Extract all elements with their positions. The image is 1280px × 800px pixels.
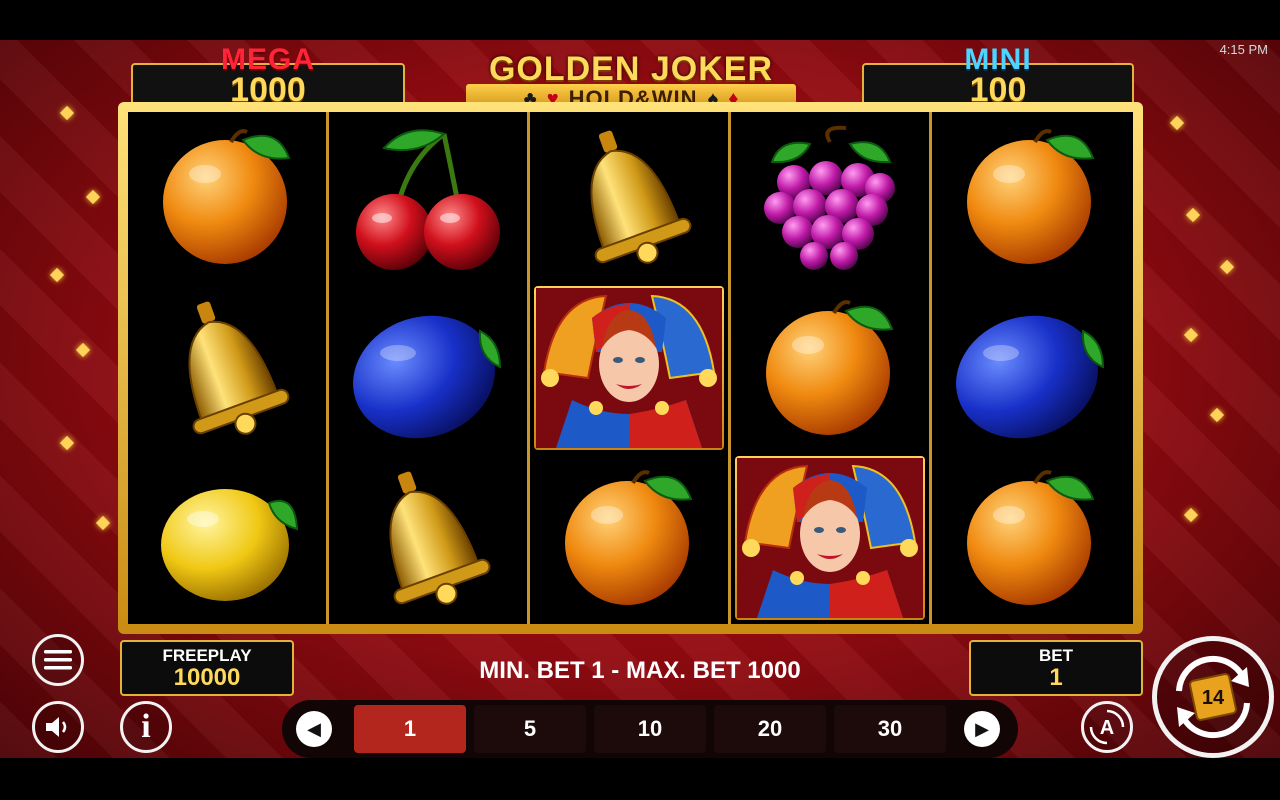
bet-increase-button[interactable]: ▶	[964, 711, 1000, 747]
sparkle-decoration	[1185, 207, 1201, 223]
chevron-left-icon: ◀	[307, 718, 321, 739]
spin-badge: 14	[1202, 687, 1225, 709]
info-icon: i	[141, 708, 151, 745]
orange-symbol	[932, 453, 1130, 623]
autoplay-button[interactable]: A	[1081, 701, 1133, 753]
reel-column	[530, 112, 731, 624]
bet-option[interactable]: 5	[474, 705, 586, 753]
sparkle-decoration	[49, 267, 65, 283]
bet-option[interactable]: 10	[594, 705, 706, 753]
bet-display: BET 1	[969, 640, 1143, 696]
bet-option[interactable]: 20	[714, 705, 826, 753]
info-button[interactable]: i	[120, 701, 172, 753]
joker-symbol	[731, 453, 929, 623]
sound-button[interactable]	[32, 701, 84, 753]
sparkle-decoration	[59, 435, 75, 451]
bet-range-text: MIN. BET 1 - MAX. BET 1000	[479, 657, 801, 684]
bet-option[interactable]: 1	[354, 705, 466, 753]
orange-symbol	[731, 283, 929, 453]
sparkle-decoration	[1183, 327, 1199, 343]
sparkle-decoration	[95, 515, 111, 531]
chevron-right-icon: ▶	[975, 718, 989, 739]
plum-symbol	[932, 283, 1130, 453]
freeplay-label: FREEPLAY	[162, 646, 252, 665]
orange-symbol	[932, 112, 1130, 282]
sparkle-decoration	[75, 342, 91, 358]
grapes-symbol	[731, 112, 929, 282]
joker-symbol	[530, 283, 728, 453]
reel-column	[932, 112, 1133, 624]
reel-column	[329, 112, 530, 624]
reels-grid	[128, 112, 1133, 624]
bell-symbol	[530, 112, 728, 282]
freeplay-value: 10000	[173, 664, 241, 691]
reel-column	[731, 112, 932, 624]
joker-symbol-frame	[735, 456, 925, 620]
lemon-symbol	[128, 453, 326, 623]
autoplay-label: A	[1100, 717, 1114, 739]
sparkle-decoration	[85, 189, 101, 205]
bet-decrease-button[interactable]: ◀	[296, 711, 332, 747]
menu-icon	[44, 650, 72, 670]
joker-symbol-frame	[534, 286, 724, 450]
sparkle-decoration	[1209, 407, 1225, 423]
bet-label: BET	[1039, 646, 1073, 665]
sparkle-decoration	[1169, 115, 1185, 131]
orange-symbol	[530, 453, 728, 623]
freeplay-balance: FREEPLAY 10000	[120, 640, 294, 696]
status-bar-time: 4:15 PM	[1219, 42, 1268, 57]
plum-symbol	[329, 283, 527, 453]
spin-icon: 14	[1176, 655, 1250, 739]
sparkle-decoration	[1183, 507, 1199, 523]
orange-symbol	[128, 112, 326, 282]
spin-button[interactable]: 14	[1152, 636, 1274, 758]
speaker-icon	[46, 717, 67, 737]
bell-symbol	[128, 283, 326, 453]
bet-value: 1	[1049, 664, 1063, 691]
cherry-symbol	[329, 112, 527, 282]
bet-selector: ◀ 1 5 10 20 30 ▶	[282, 700, 1018, 758]
bell-symbol	[329, 453, 527, 623]
reel-column	[128, 112, 329, 624]
autoplay-icon: A	[1089, 709, 1125, 745]
sparkle-decoration	[59, 105, 75, 121]
menu-button[interactable]	[32, 634, 84, 686]
sparkle-decoration	[1219, 259, 1235, 275]
bet-option[interactable]: 30	[834, 705, 946, 753]
